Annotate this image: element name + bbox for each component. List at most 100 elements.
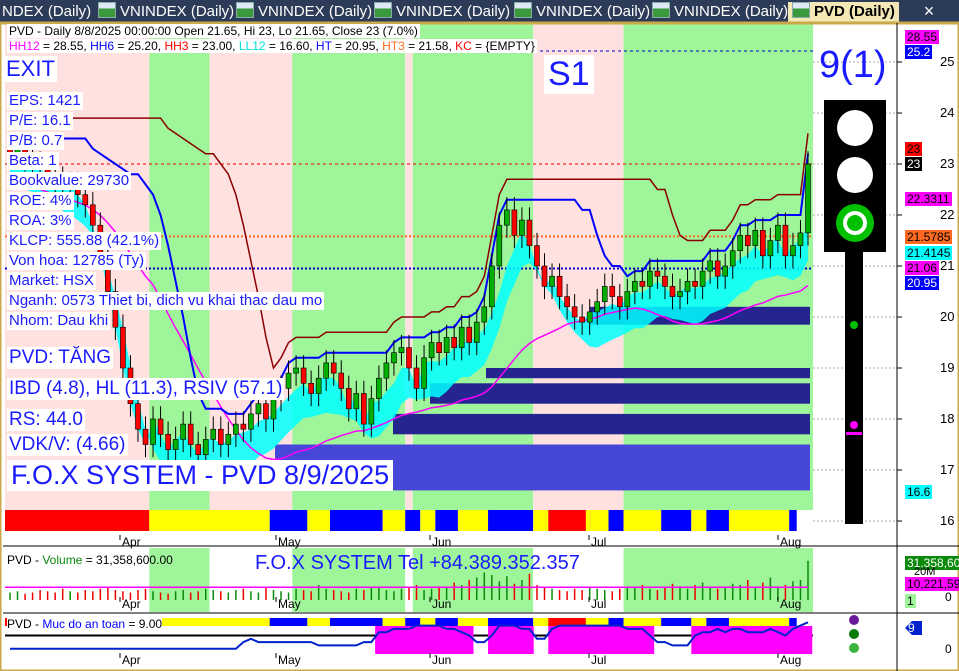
- signal-strip-segment: [585, 510, 609, 531]
- safety-region: [781, 626, 790, 654]
- beta-label: Beta: 1: [7, 152, 59, 170]
- safety-region: [510, 626, 519, 654]
- tel-label: F.O.X SYSTEM Tel +84.389.352.357: [255, 552, 580, 574]
- signal-strip-segment: [382, 510, 406, 531]
- hh3-label: HH3: [164, 39, 189, 53]
- candle-down: [263, 403, 269, 420]
- candle-down: [744, 235, 751, 246]
- ht3-label: HT3: [382, 39, 405, 53]
- safety-region: [405, 626, 414, 654]
- safety-region: [585, 626, 594, 654]
- industry-label: Nganh: 0573 Thiet bi, dich vu khai thac …: [7, 292, 325, 310]
- safety-strip-segment: [728, 618, 790, 626]
- candle-up: [233, 423, 239, 435]
- trend-region-bull: [292, 23, 406, 510]
- system-title: F.O.X SYSTEM - PVD 8/9/2025: [7, 460, 394, 491]
- candle-down: [82, 194, 89, 206]
- candle-up: [677, 291, 683, 297]
- candle-down: [662, 275, 668, 287]
- candle-up: [722, 265, 728, 277]
- safety-region: [616, 626, 625, 654]
- candle-up: [624, 291, 631, 308]
- safety-strip-segment: [307, 618, 330, 626]
- candle-down: [90, 204, 96, 226]
- candle-down: [609, 286, 616, 297]
- signal-strip-segment: [329, 510, 383, 531]
- safety-region: [751, 626, 760, 654]
- candle-up: [398, 347, 405, 354]
- hh6-axis-box: 25.2: [905, 45, 933, 59]
- signal-strip-segment: [533, 510, 549, 531]
- candle-up: [775, 224, 781, 241]
- safety-strip-segment: [149, 618, 270, 626]
- price-tick-label: 22: [940, 207, 955, 222]
- price-tick-label: 20: [940, 309, 955, 324]
- ll12-value: = 16.60,: [265, 39, 316, 53]
- candle-up: [729, 250, 736, 267]
- magenta-dot-icon: [850, 421, 858, 429]
- safety-region: [631, 626, 640, 654]
- candle-up: [684, 280, 691, 292]
- candle-up: [210, 428, 217, 440]
- signal-strip-segment: [307, 510, 330, 531]
- ma-axis-box: 22.3311: [905, 192, 952, 206]
- candle-down: [165, 433, 171, 450]
- candle-up: [805, 163, 811, 234]
- safety-strip-segment: [382, 618, 406, 626]
- safety-region: [435, 626, 444, 654]
- candle-up: [270, 398, 277, 420]
- candle-down: [534, 245, 540, 267]
- candle-down: [616, 296, 623, 308]
- safety-region: [563, 626, 572, 654]
- candle-down: [330, 362, 337, 374]
- candle-down: [240, 423, 247, 430]
- month-label: Aug: [780, 535, 802, 549]
- safety-pane-title: PVD - Muc do an toan = 9.00: [7, 617, 163, 631]
- candle-up: [752, 230, 759, 246]
- candle-up: [519, 219, 525, 236]
- roa-label: ROA: 3%: [7, 212, 74, 230]
- symbol: PVD -: [7, 617, 43, 631]
- safety-strip-segment: [329, 618, 383, 626]
- price-tick-label: 23: [940, 156, 955, 171]
- pe-label: P/E: 16.1: [7, 112, 73, 130]
- ma2-axis-box: 21.06: [905, 261, 940, 275]
- hh12-axis-box: 28.55: [905, 30, 940, 44]
- candle-up: [315, 377, 322, 394]
- candle-down: [579, 316, 585, 323]
- candle-up: [376, 377, 382, 399]
- candle-down: [782, 224, 789, 257]
- volume-value: = 31,358,600.00: [82, 553, 173, 567]
- candle-down: [142, 428, 149, 445]
- candle-down: [157, 418, 164, 435]
- candle-up: [458, 326, 465, 348]
- vdk-label: VDK/V: (4.66): [7, 434, 128, 456]
- last-price-axis-box: 23: [905, 157, 923, 171]
- month-label: Apr: [122, 653, 141, 667]
- candle-up: [428, 342, 435, 359]
- safety-region: [465, 626, 474, 654]
- safety-region: [804, 626, 813, 654]
- support-zone: [393, 413, 810, 435]
- safety-region: [600, 626, 609, 654]
- candle-up: [797, 232, 804, 246]
- trend-label: PVD: TĂNG: [7, 347, 114, 369]
- ht3-value: = 21.58,: [404, 39, 456, 53]
- green-dot-icon: [849, 643, 859, 653]
- indicator-header: HH12 = 28.55, HH6 = 25.20, HH3 = 23.00, …: [7, 39, 537, 53]
- safety-strip-segment: [623, 618, 662, 626]
- hh6-label: HH6: [90, 39, 115, 53]
- month-label: Jul: [591, 653, 607, 667]
- hh6-value: = 25.20,: [114, 39, 165, 53]
- signal-strip-segment: [488, 510, 534, 531]
- safety-region: [442, 626, 451, 654]
- candle-down: [564, 296, 570, 308]
- candle-down: [571, 306, 578, 318]
- hh12-value: = 28.55,: [39, 39, 91, 53]
- rs-label: RS: 44.0: [7, 409, 85, 431]
- ht-label: HT: [315, 39, 332, 53]
- candle-down: [526, 219, 533, 246]
- purple-dot-icon: [849, 615, 859, 625]
- candle-down: [361, 393, 367, 425]
- safety-region: [518, 626, 527, 654]
